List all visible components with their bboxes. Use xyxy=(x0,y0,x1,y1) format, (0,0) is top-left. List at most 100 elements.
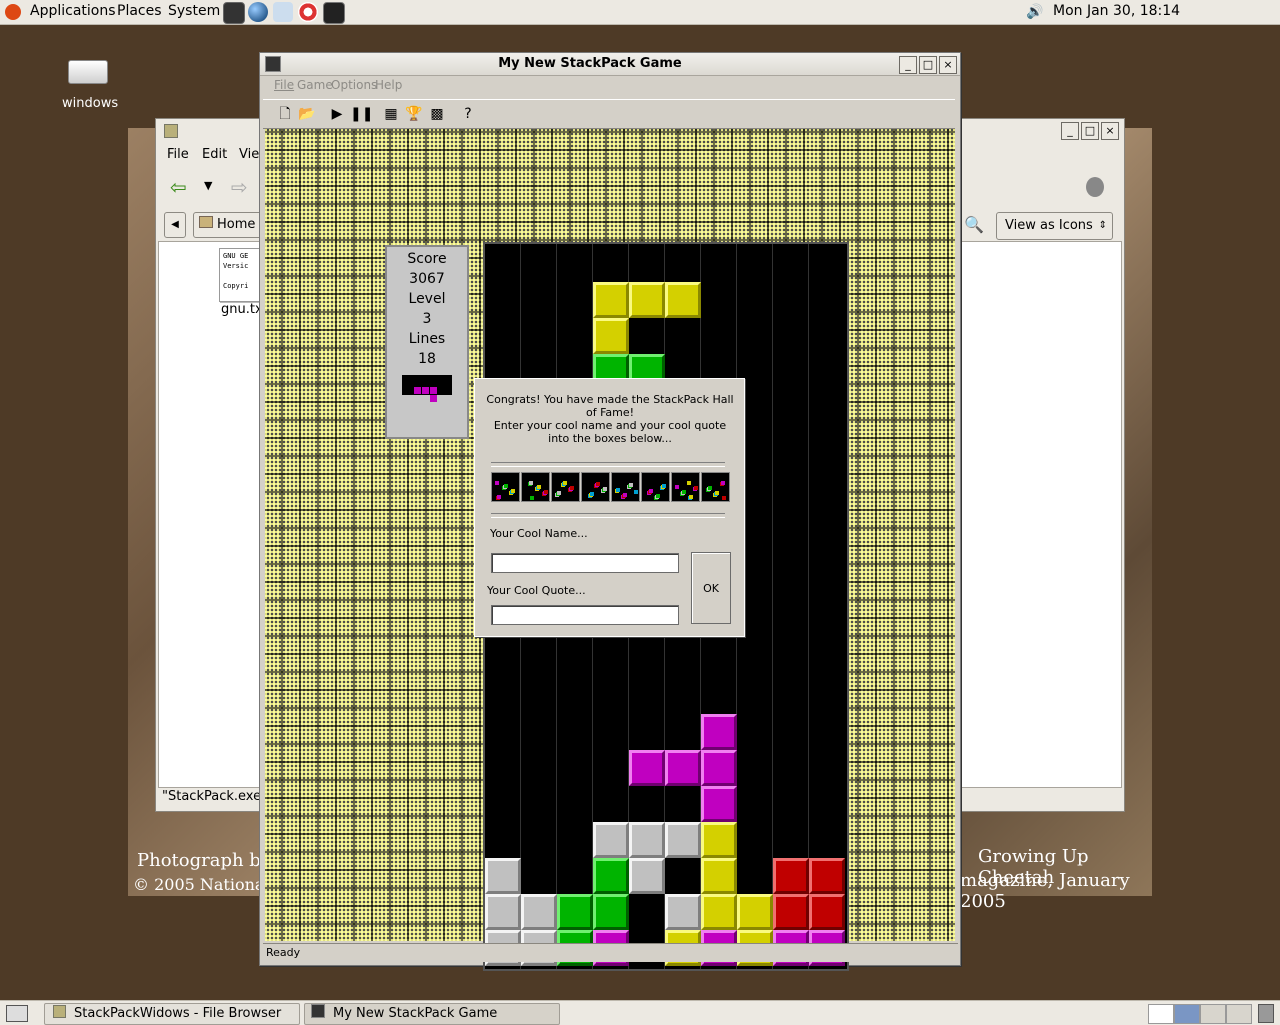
workspace-1[interactable] xyxy=(1148,1004,1174,1024)
help-launcher-icon[interactable] xyxy=(298,2,318,22)
game-toolbar: 🗋 📂 ▶ ❚❚ ▦ 🏆 ▩ ? xyxy=(263,99,955,129)
new-file-icon[interactable]: 🗋 xyxy=(275,104,295,124)
properties-icon[interactable]: ▦ xyxy=(381,104,401,124)
hall-of-fame-thumbnail xyxy=(641,472,670,502)
gray-block xyxy=(665,894,701,930)
game-menu-game[interactable]: Game xyxy=(297,78,333,92)
divider xyxy=(491,513,725,518)
menu-file[interactable]: File xyxy=(167,147,189,162)
game-titlebar[interactable]: My New StackPack Game _ □ × xyxy=(260,53,960,76)
view-mode-select[interactable]: View as Icons ⇕ xyxy=(996,212,1113,240)
quote-label: Your Cool Quote... xyxy=(487,584,586,597)
top-panel: Applications Places System 🔊 Mon Jan 30,… xyxy=(0,0,1280,25)
gray-block xyxy=(593,822,629,858)
green-block xyxy=(593,858,629,894)
play-icon[interactable]: ▶ xyxy=(327,104,347,124)
quote-input[interactable] xyxy=(491,605,679,625)
web-browser-launcher-icon[interactable] xyxy=(248,2,268,22)
yellow-block xyxy=(665,282,701,318)
hall-of-fame-thumbnail xyxy=(491,472,520,502)
maximize-button[interactable]: □ xyxy=(1081,122,1099,140)
menu-system[interactable]: System xyxy=(168,3,220,19)
menu-applications[interactable]: Applications xyxy=(30,3,116,19)
game-menu-options[interactable]: Options xyxy=(331,78,377,92)
gray-block xyxy=(485,894,521,930)
volume-icon[interactable]: 🔊 xyxy=(1026,4,1043,20)
foot-icon xyxy=(1086,177,1104,197)
home-location-button[interactable]: Home xyxy=(193,212,265,238)
gray-block xyxy=(629,822,665,858)
ubuntu-logo-icon[interactable] xyxy=(5,4,21,20)
game-status-bar: Ready xyxy=(263,943,958,962)
mail-launcher-icon[interactable] xyxy=(273,2,293,22)
red-block xyxy=(809,858,845,894)
game-menu-help[interactable]: Help xyxy=(375,78,402,92)
menu-places[interactable]: Places xyxy=(117,3,162,19)
clock[interactable]: Mon Jan 30, 18:14 xyxy=(1053,3,1180,19)
drive-label[interactable]: windows xyxy=(62,96,118,111)
name-input[interactable] xyxy=(491,553,679,573)
next-piece-preview xyxy=(402,375,452,402)
level-value: 3 xyxy=(422,311,432,327)
menu-edit[interactable]: Edit xyxy=(202,147,227,162)
pause-icon[interactable]: ❚❚ xyxy=(350,104,373,124)
close-button[interactable]: × xyxy=(939,56,957,74)
close-button[interactable]: × xyxy=(1101,122,1119,140)
taskbar-item-game[interactable]: My New StackPack Game xyxy=(304,1003,560,1025)
show-desktop-icon[interactable] xyxy=(6,1005,28,1022)
workspace-2[interactable] xyxy=(1174,1004,1200,1024)
terminal-launcher-icon[interactable] xyxy=(223,2,245,24)
status-text: Ready xyxy=(266,946,301,959)
view-mode-label: View as Icons xyxy=(1005,218,1093,233)
home-location-label: Home xyxy=(217,217,256,232)
magenta-block xyxy=(665,750,701,786)
file-name[interactable]: gnu.tx xyxy=(221,302,263,317)
level-label: Level xyxy=(408,291,446,307)
game-menubar: File Game Options Help xyxy=(260,76,960,96)
game-window-title: My New StackPack Game xyxy=(498,56,682,71)
help-icon[interactable]: ? xyxy=(458,104,478,124)
score-panel: Score 3067 Level 3 Lines 18 xyxy=(385,245,469,439)
folder-icon xyxy=(199,216,213,228)
trophy-icon[interactable]: 🏆 xyxy=(404,104,424,124)
hall-of-fame-thumbnail xyxy=(521,472,550,502)
minimize-button[interactable]: _ xyxy=(899,56,917,74)
yellow-block xyxy=(701,894,737,930)
score-value: 3067 xyxy=(409,271,445,287)
hall-of-fame-dialog[interactable]: Congrats! You have made the StackPack Ha… xyxy=(474,378,745,637)
console-launcher-icon[interactable] xyxy=(323,2,345,24)
taskbar-item-file-browser[interactable]: StackPackWidows - File Browser xyxy=(44,1003,300,1025)
gray-block xyxy=(665,822,701,858)
forward-arrow-icon[interactable]: ⇨ xyxy=(231,175,248,199)
path-left-button[interactable]: ◀ xyxy=(164,212,186,238)
workspace-4[interactable] xyxy=(1226,1004,1252,1024)
zoom-icon[interactable]: 🔍 xyxy=(964,215,984,234)
menu-view[interactable]: Vie xyxy=(239,147,259,162)
green-block xyxy=(593,894,629,930)
back-arrow-icon[interactable]: ⇦ xyxy=(170,175,187,199)
divider xyxy=(491,462,725,467)
trash-icon[interactable] xyxy=(1258,1004,1274,1023)
status-text: "StackPack.exe xyxy=(162,789,262,804)
yellow-block xyxy=(701,822,737,858)
lines-value: 18 xyxy=(418,351,436,367)
workspace-3[interactable] xyxy=(1200,1004,1226,1024)
yellow-block xyxy=(737,894,773,930)
maximize-button[interactable]: □ xyxy=(919,56,937,74)
magenta-block xyxy=(629,750,665,786)
dialog-message: Congrats! You have made the StackPack Ha… xyxy=(486,393,734,445)
back-history-chevron-icon[interactable]: ▼ xyxy=(204,179,212,192)
ok-button[interactable]: OK xyxy=(691,552,731,624)
yellow-block xyxy=(629,282,665,318)
drive-icon[interactable] xyxy=(68,60,108,84)
gray-block xyxy=(521,894,557,930)
game-menu-file[interactable]: File xyxy=(274,78,294,92)
bottom-panel: StackPackWidows - File Browser My New St… xyxy=(0,1000,1280,1025)
taskbar-item-label: StackPackWidows - File Browser xyxy=(74,1006,282,1021)
hall-of-fame-thumbnail xyxy=(611,472,640,502)
yellow-block xyxy=(701,858,737,894)
open-folder-icon[interactable]: 📂 xyxy=(297,104,317,124)
high-scores-icon[interactable]: ▩ xyxy=(427,104,447,124)
magenta-block xyxy=(701,714,737,750)
minimize-button[interactable]: _ xyxy=(1061,122,1079,140)
